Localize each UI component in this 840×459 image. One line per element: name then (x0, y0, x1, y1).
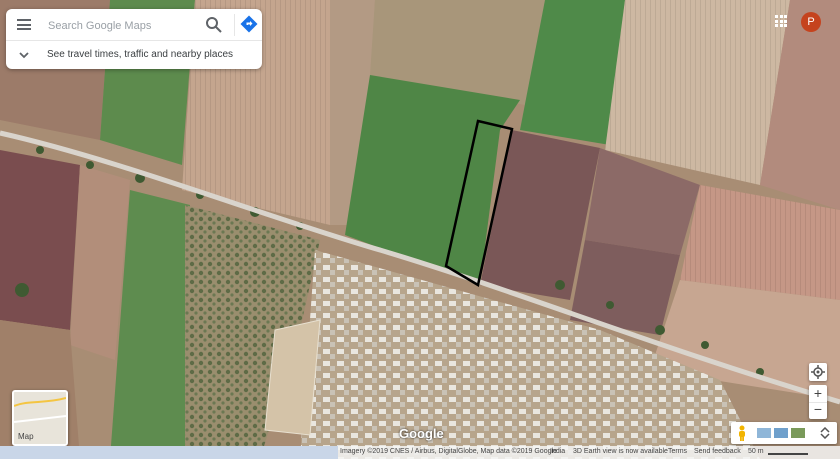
footer: Imagery ©2019 CNES / Airbus, DigitalGlob… (0, 446, 840, 459)
imagery-thumbnail[interactable] (757, 428, 771, 438)
imagery-thumbnail[interactable] (774, 428, 788, 438)
apps-grid-icon[interactable] (775, 15, 787, 27)
imagery-thumbnail[interactable] (791, 428, 805, 438)
expand-icon[interactable] (819, 427, 831, 439)
scale-bar (768, 453, 808, 455)
zoom-out-button[interactable]: − (809, 402, 827, 419)
street-view-controls (731, 422, 837, 444)
layer-label: Map (18, 432, 34, 441)
google-logo: Google (399, 426, 444, 441)
map-layer-toggle[interactable]: Map (12, 390, 68, 446)
my-location-icon (811, 365, 825, 379)
menu-icon[interactable] (17, 19, 31, 30)
search-row (6, 9, 262, 41)
account-avatar[interactable]: P (801, 12, 821, 32)
travel-times-text: See travel times, traffic and nearby pla… (47, 49, 234, 60)
footer-strip (0, 446, 338, 459)
search-icon[interactable] (204, 15, 224, 35)
attribution-bar: Imagery ©2019 CNES / Airbus, DigitalGlob… (338, 446, 840, 459)
travel-times-link[interactable]: See travel times, traffic and nearby pla… (6, 41, 262, 69)
search-input[interactable] (46, 16, 200, 36)
feedback-link[interactable]: Send feedback (694, 448, 741, 455)
my-location-button[interactable] (809, 363, 827, 381)
pegman-icon[interactable] (736, 425, 748, 441)
terms-link[interactable]: Terms (668, 448, 687, 455)
earth-view-notice[interactable]: 3D Earth view is now available (573, 448, 668, 455)
directions-icon[interactable] (234, 14, 261, 36)
search-box: See travel times, traffic and nearby pla… (6, 9, 262, 69)
scale-label: 50 m (748, 448, 764, 455)
zoom-controls: + − (809, 385, 827, 419)
field (0, 150, 80, 330)
chevron-down-icon (19, 52, 29, 59)
imagery-attribution: Imagery ©2019 CNES / Airbus, DigitalGlob… (340, 448, 557, 455)
country-link[interactable]: India (550, 448, 565, 455)
